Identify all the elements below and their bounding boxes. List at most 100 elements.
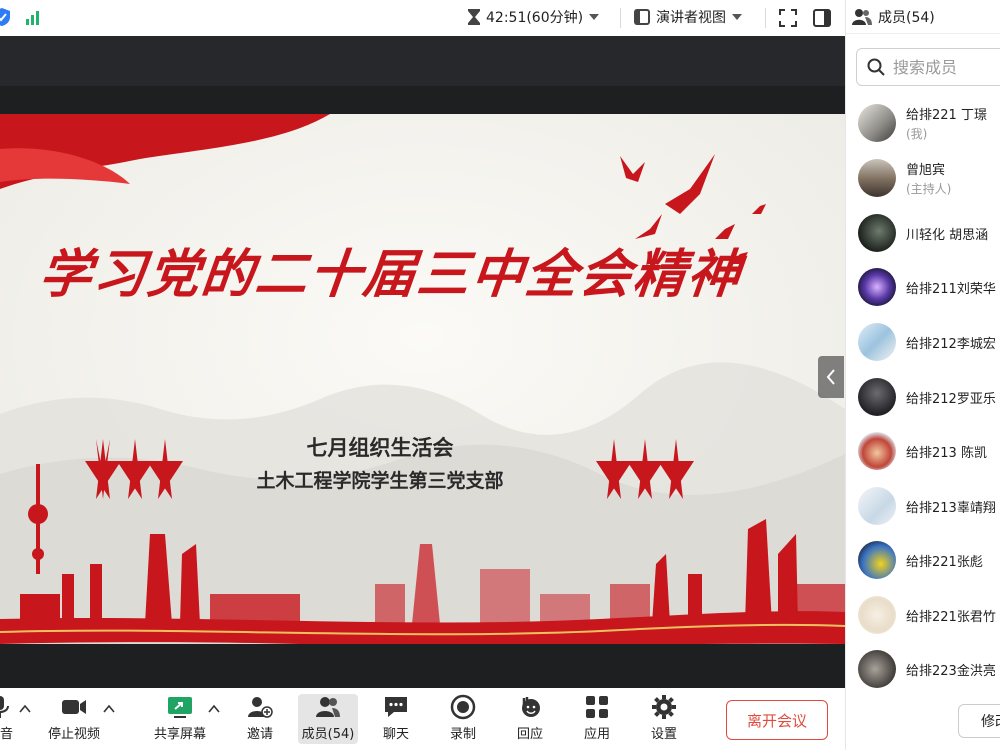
member-item[interactable]: 给排221 丁璟 (我) [858,101,1000,145]
members-panel: 成员(54) 给排221 丁璟 (我) 曾旭宾 (主持人) 川轻化 胡思涵 给排21… [845,0,1000,750]
record-label: 录制 [449,727,476,742]
members-button[interactable]: 成员(54) [298,694,358,744]
member-item[interactable]: 给排212罗亚乐 [858,375,1000,419]
member-name: 给排213 陈凯 [906,445,987,461]
apps-label: 应用 [583,727,610,742]
stop-video-button[interactable]: 停止视频 [42,694,106,744]
member-item[interactable]: 给排213 陈凯 [858,429,1000,473]
member-item[interactable]: 给排213辜靖翔 [858,484,1000,528]
member-name: 给排212李城宏 [906,336,996,352]
view-mode-label: 演讲者视图 [656,10,726,26]
apps-button[interactable]: 应用 [567,694,627,744]
divider [620,8,621,28]
member-role: (主持人) [906,182,952,196]
avatar [858,104,896,142]
microphone-icon [0,696,9,718]
chat-label: 聊天 [382,727,409,742]
member-search-box[interactable] [856,48,1000,86]
members-icon [852,8,872,25]
mute-label: 静音 [0,727,13,742]
members-panel-title: 成员(54) [878,9,935,26]
meeting-timer[interactable]: 42:51(60分钟) [468,7,600,27]
member-item[interactable]: 给排211刘荣华 [858,265,1000,309]
reaction-button[interactable]: 回应 [500,694,560,744]
chevron-up-icon[interactable] [102,702,116,716]
member-name: 给排221张君竹 [906,609,996,625]
chevron-up-icon[interactable] [18,702,32,716]
members-panel-header: 成员(54) [846,0,1000,34]
presentation-slide: 学习党的二十届三中全会精神 七月组织生活会 土木工程学院学生第三党支部 [0,114,845,672]
avatar [858,214,896,252]
view-mode-dropdown[interactable]: 演讲者视图 [634,7,742,27]
avatar [858,323,896,361]
signal-icon[interactable] [26,9,39,25]
member-name: 给排212罗亚乐 [906,391,996,407]
add-user-icon [248,697,273,718]
search-icon [867,58,885,76]
members-label: 成员(54) [301,727,355,742]
modify-button[interactable]: 修改 [958,704,1000,738]
record-button[interactable]: 录制 [433,694,493,744]
chevron-down-icon [732,14,742,20]
member-name: 给排223金洪亮 [906,663,996,679]
collapse-panel-button[interactable] [818,356,844,398]
member-item[interactable]: 给排221张彪 [858,538,1000,582]
slide-background [0,114,845,672]
member-item[interactable]: 给排212李城宏 [858,320,1000,364]
member-name: 川轻化 胡思涵 [906,227,989,243]
avatar [858,268,896,306]
settings-label: 设置 [650,727,677,742]
share-screen-label: 共享屏幕 [153,727,206,742]
reaction-label: 回应 [516,727,543,742]
stage-top-band [0,36,845,86]
apps-icon [586,696,608,718]
chevron-up-icon[interactable] [207,702,221,716]
shared-screen-area: 学习党的二十届三中全会精神 七月组织生活会 土木工程学院学生第三党支部 [0,36,845,688]
meeting-toolbar: 静音 停止视频 共享屏幕 邀请 成员(54) 聊天 录制 [0,688,845,750]
sidebar-toggle-icon[interactable] [812,8,832,28]
speaker-view-icon [634,9,650,25]
top-bar: 42:51(60分钟) 演讲者视图 [0,0,845,36]
timer-text: 42:51(60分钟) [486,10,584,26]
share-screen-button[interactable]: 共享屏幕 [148,694,212,744]
shield-icon[interactable] [0,8,10,26]
record-icon [450,694,476,720]
slide-title: 学习党的二十届三中全会精神 [36,244,745,305]
avatar [858,650,896,688]
member-search-input[interactable] [893,57,993,77]
member-name: 给排221张彪 [906,554,983,570]
member-item[interactable]: 给排221张君竹 [858,593,1000,637]
meeting-window: 42:51(60分钟) 演讲者视图 学习党的二十届三中全会精神 七月组织生活会 … [0,0,1000,750]
member-name: 给排211刘荣华 [906,281,996,297]
share-screen-icon [168,697,192,718]
video-camera-icon [62,700,86,714]
slide-subtitle-1: 七月组织生活会 [306,435,454,460]
member-role: (我) [906,127,928,141]
members-icon [316,697,340,717]
reaction-icon [522,697,540,717]
avatar [858,487,896,525]
member-item[interactable]: 曾旭宾 (主持人) [858,156,1000,200]
member-name: 给排221 丁璟 [906,108,987,123]
chevron-down-icon [589,14,600,20]
avatar [858,541,896,579]
avatar [858,378,896,416]
avatar [858,432,896,470]
stop-video-label: 停止视频 [47,727,100,742]
member-name: 给排213辜靖翔 [906,500,996,516]
slide-subtitle-2: 土木工程学院学生第三党支部 [256,470,504,492]
settings-button[interactable]: 设置 [634,694,694,744]
leave-meeting-button[interactable]: 离开会议 [726,700,828,740]
hourglass-icon [468,9,480,25]
member-item[interactable]: 给排223金洪亮 [858,647,1000,691]
invite-button[interactable]: 邀请 [230,694,290,744]
gear-icon [652,695,676,719]
fullscreen-icon[interactable] [778,8,798,28]
member-name: 曾旭宾 [906,163,946,178]
avatar [858,596,896,634]
divider [765,8,766,28]
avatar [858,159,896,197]
member-item[interactable]: 川轻化 胡思涵 [858,211,1000,255]
chat-button[interactable]: 聊天 [366,694,426,744]
chevron-left-icon [826,369,835,385]
